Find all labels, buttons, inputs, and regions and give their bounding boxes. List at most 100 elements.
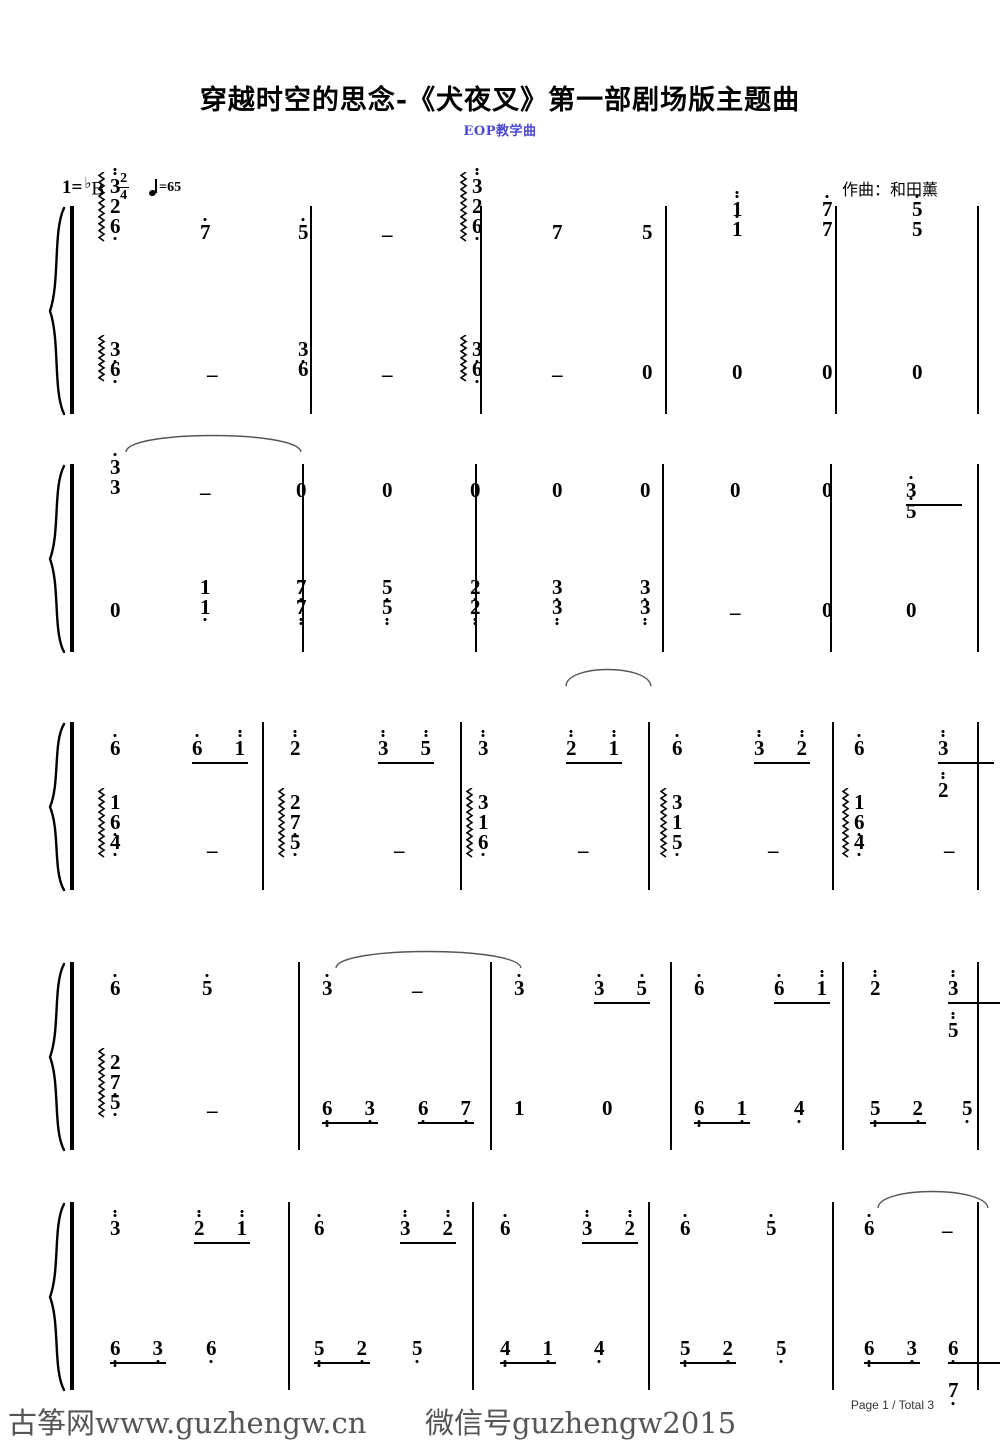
jianpu-note: 3 bbox=[298, 339, 309, 363]
note-body: 5 bbox=[202, 974, 213, 999]
octave-dot-above bbox=[317, 1214, 321, 1217]
jianpu-note: 5 bbox=[110, 1092, 121, 1116]
beamed-note-group: 61 bbox=[192, 730, 246, 760]
eighth-beam bbox=[566, 762, 622, 765]
octave-dot-above bbox=[915, 195, 919, 198]
octave-dot-above bbox=[585, 1210, 589, 1217]
note-digit: 0 bbox=[602, 1096, 613, 1120]
jianpu-note: 6 bbox=[680, 1214, 691, 1239]
octave-dot bbox=[113, 974, 117, 977]
barline bbox=[662, 464, 665, 652]
octave-dot-below bbox=[857, 853, 861, 856]
octave-dot bbox=[612, 730, 616, 733]
note-digit: 5 bbox=[642, 220, 653, 244]
octave-dot-above bbox=[735, 191, 739, 198]
octave-dot bbox=[777, 974, 781, 977]
key-label: 1= bbox=[62, 176, 83, 198]
octave-dot bbox=[643, 618, 647, 621]
note-digit: 7 bbox=[200, 220, 211, 244]
arpeggio-roll-mark bbox=[460, 172, 469, 243]
note-body: 4 bbox=[794, 1098, 805, 1123]
chord-note: 5 bbox=[912, 219, 923, 240]
beamed-note-group: 32 bbox=[754, 730, 808, 760]
jianpu-note: 2 bbox=[470, 597, 481, 625]
beamed-note-group: 67 bbox=[948, 1338, 980, 1405]
beamed-note-group: 61 bbox=[774, 970, 827, 999]
note-digit: 6 bbox=[298, 357, 309, 381]
note-digit: 6 bbox=[694, 976, 705, 1000]
jianpu-note: 0 bbox=[602, 1098, 613, 1119]
chord-note: 3 bbox=[672, 792, 683, 813]
octave-dot bbox=[481, 730, 485, 733]
octave-dot-above bbox=[675, 734, 679, 737]
octave-dot-below bbox=[113, 853, 117, 856]
octave-dot bbox=[951, 970, 955, 973]
octave-dot bbox=[683, 1364, 687, 1367]
note-digit: 6 bbox=[672, 736, 683, 760]
note-body: 6 bbox=[110, 734, 121, 759]
jianpu-note: 3 bbox=[514, 974, 525, 999]
octave-dot bbox=[424, 730, 428, 733]
note-digit: 3 bbox=[552, 595, 563, 619]
octave-dot-above bbox=[867, 1214, 871, 1217]
octave-dot bbox=[240, 1210, 244, 1213]
note-digit: 0 bbox=[822, 360, 833, 384]
jianpu-note: 3 bbox=[948, 970, 959, 999]
jianpu-note: 0 bbox=[906, 600, 917, 621]
note-body: 7 bbox=[200, 218, 211, 244]
octave-dot-above bbox=[697, 974, 701, 977]
arpeggio-roll-mark bbox=[842, 788, 851, 859]
note-body: 5 bbox=[776, 1338, 787, 1363]
note-body: 6 bbox=[864, 1214, 875, 1239]
octave-dot bbox=[941, 734, 945, 737]
note-digit: 5 bbox=[382, 595, 393, 619]
eighth-beam bbox=[194, 1242, 250, 1245]
jianpu-note: 6 bbox=[110, 734, 121, 759]
jianpu-note: 1 bbox=[110, 792, 121, 813]
jianpu-note: 3 bbox=[478, 792, 489, 813]
barline bbox=[842, 962, 845, 1150]
note-digit: 3 bbox=[378, 736, 389, 760]
jianpu-note: 4 bbox=[854, 830, 865, 856]
duration-dash: – bbox=[768, 838, 779, 862]
jianpu-note: 0 bbox=[552, 480, 563, 501]
eighth-beam bbox=[322, 1122, 378, 1125]
jianpu-note: 3 bbox=[153, 1338, 163, 1363]
note-body: 6 bbox=[680, 1214, 691, 1239]
jianpu-note: 0 bbox=[822, 362, 833, 383]
beamed-note-group: 35 bbox=[378, 730, 431, 760]
note-body: 0 bbox=[552, 480, 563, 501]
jianpu-note: 6 bbox=[864, 1338, 875, 1367]
score-metadata: 1= ♭B 2 4 =65 bbox=[62, 172, 181, 203]
chord-note: 1 bbox=[732, 215, 743, 240]
eighth-beam bbox=[938, 762, 994, 765]
jianpu-note: 0 bbox=[110, 600, 121, 621]
beamed-note-group: 63 bbox=[110, 1336, 163, 1367]
chord-note: 5 bbox=[382, 595, 393, 625]
octave-dot-below bbox=[675, 853, 679, 856]
chord-note: 3 bbox=[110, 453, 121, 478]
octave-dot bbox=[941, 772, 945, 775]
arpeggio-roll-mark bbox=[466, 788, 475, 859]
jianpu-note: 2 bbox=[723, 1338, 733, 1363]
note-body: 6 bbox=[314, 1214, 325, 1239]
octave-dot bbox=[475, 172, 479, 175]
note-body: 0 bbox=[822, 600, 833, 621]
note-digit: 2 bbox=[442, 1216, 454, 1240]
note-digit: 2 bbox=[796, 736, 808, 760]
octave-dot-below bbox=[113, 1113, 117, 1116]
octave-dot bbox=[951, 1016, 955, 1019]
octave-dot bbox=[503, 1364, 507, 1367]
octave-dot-above bbox=[909, 497, 913, 500]
octave-dot bbox=[503, 1214, 507, 1217]
note-digit: 4 bbox=[854, 830, 865, 854]
jianpu-note: 4 bbox=[110, 832, 121, 856]
note-digit: 4 bbox=[594, 1336, 605, 1360]
jianpu-note: 3 bbox=[552, 595, 563, 625]
note-digit: 1 bbox=[234, 736, 246, 760]
note-digit: 6 bbox=[110, 1336, 121, 1360]
octave-dot-above bbox=[481, 730, 485, 737]
note-body: 3 bbox=[110, 1210, 121, 1239]
jianpu-note: 6 bbox=[110, 216, 121, 240]
octave-dot bbox=[941, 730, 945, 733]
